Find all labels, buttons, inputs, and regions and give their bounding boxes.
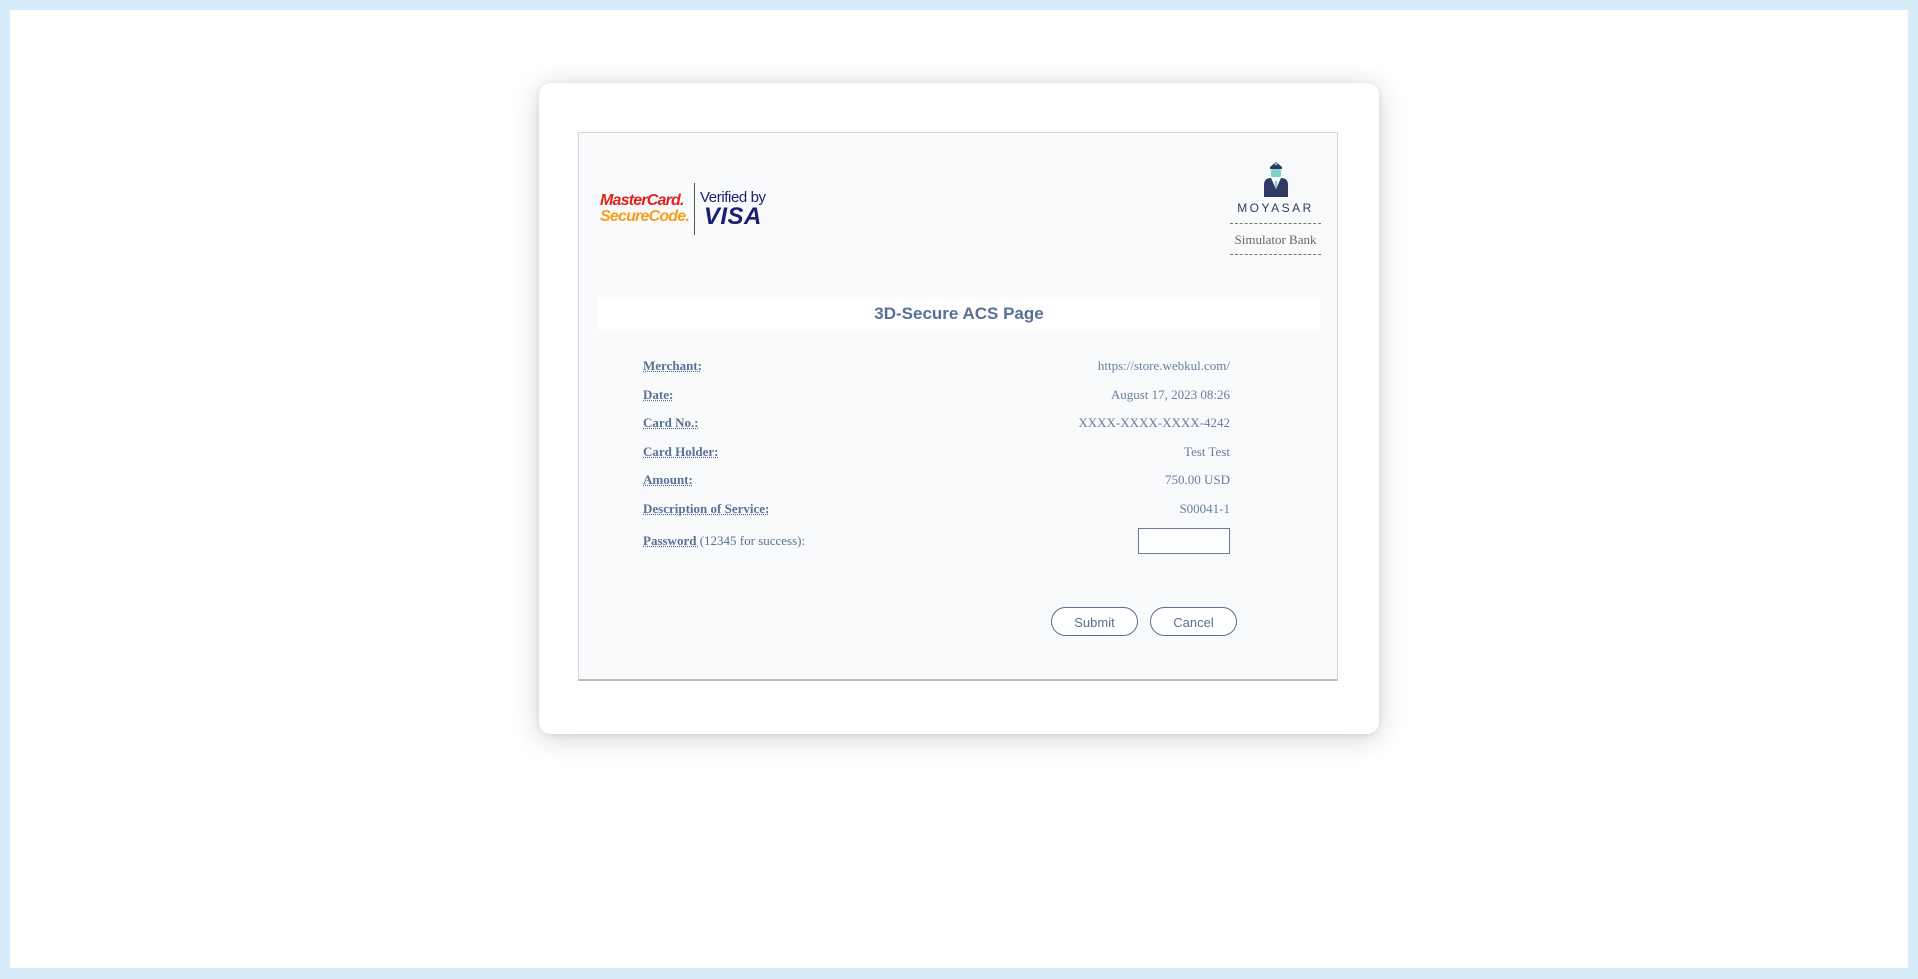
merchant-value: https://store.webkul.com/ [1097,358,1230,374]
card-holder-label: Card Holder: [643,443,719,459]
bank-subtitle: Simulator Bank [1230,223,1321,255]
detail-row-password: Password (12345 for success): [643,523,1230,559]
amount-label: Amount: [643,472,693,488]
detail-row-amount: Amount: 750.00 USD [643,466,1230,495]
description-value: S00041-1 [1179,500,1230,516]
detail-row-merchant: Merchant: https://store.webkul.com/ [643,352,1230,381]
detail-row-card-number: Card No.: XXXX-XXXX-XXXX-4242 [643,409,1230,438]
detail-row-card-holder: Card Holder: Test Test [643,438,1230,467]
brand-divider [694,182,695,235]
page-title: 3D-Secure ACS Page [598,297,1320,331]
password-hint: (12345 for success): [699,533,806,548]
visa-logo-line2: VISA [703,203,762,230]
password-label-group: Password (12345 for success): [643,533,805,549]
date-label: Date: [643,386,674,402]
password-input[interactable] [1138,528,1230,554]
cancel-button[interactable]: Cancel [1150,607,1237,636]
moyasar-mascot-icon [1263,162,1288,197]
detail-row-description: Description of Service: S00041-1 [643,495,1230,524]
submit-button[interactable]: Submit [1051,607,1138,636]
form-actions: Submit Cancel [1051,607,1237,636]
date-value: August 17, 2023 08:26 [1110,386,1230,402]
password-label: Password [643,533,700,548]
detail-row-date: Date: August 17, 2023 08:26 [643,381,1230,410]
verified-by-visa-logo: Verified by VISA [700,189,766,230]
bank-logo: MOYASAR Simulator Bank [1230,161,1321,255]
card-number-value: XXXX-XXXX-XXXX-4242 [1078,415,1230,431]
card-brand-logos: MasterCard. SecureCode. Verified by VISA [600,181,775,236]
acs-frame: MasterCard. SecureCode. Verified by VISA [578,132,1338,681]
transaction-details: Merchant: https://store.webkul.com/ Date… [643,352,1230,559]
bank-name: MOYASAR [1237,201,1314,215]
merchant-label: Merchant: [643,358,702,374]
amount-value: 750.00 USD [1164,472,1230,488]
description-label: Description of Service: [643,500,770,516]
mastercard-logo-line1: MasterCard. [600,191,684,209]
mastercard-securecode-logo: MasterCard. SecureCode. [600,191,690,225]
card-number-label: Card No.: [643,415,699,431]
card-holder-value: Test Test [1184,443,1230,459]
mastercard-logo-line2: SecureCode. [600,207,690,225]
browser-viewport: MasterCard. SecureCode. Verified by VISA [10,10,1908,968]
payment-modal: MasterCard. SecureCode. Verified by VISA [539,83,1379,734]
